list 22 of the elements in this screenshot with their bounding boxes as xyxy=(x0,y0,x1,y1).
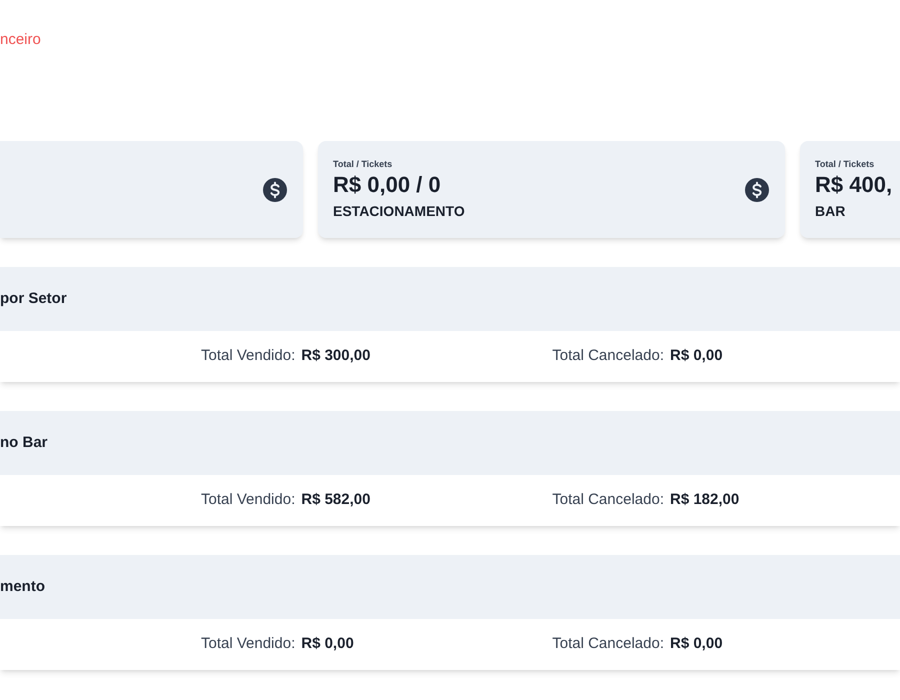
card-caption: Total / Tickets xyxy=(333,158,394,170)
sold-value: R$ 0,00 xyxy=(301,634,355,654)
section-title: por Setor xyxy=(0,288,67,309)
cancel-value: R$ 0,00 xyxy=(670,634,723,654)
card-label: BAR xyxy=(815,202,846,220)
cancel-label: Total Cancelado: xyxy=(552,490,664,510)
sold-value: R$ 300,00 xyxy=(301,346,372,366)
breadcrumb-link[interactable]: nceiro xyxy=(0,31,41,48)
card-value: R$ 400, xyxy=(815,171,892,198)
section-title: mento xyxy=(0,576,45,597)
cancel-label: Total Cancelado: xyxy=(552,634,664,654)
cancel-label: Total Cancelado: xyxy=(552,346,664,366)
section-title: no Bar xyxy=(0,432,48,453)
card-label: ESTACIONAMENTO xyxy=(333,202,465,220)
cancel-value: R$ 0,00 xyxy=(670,346,723,366)
sold-label: Total Vendido: xyxy=(201,490,296,510)
cancel-value: R$ 182,00 xyxy=(670,490,740,510)
card-value: R$ 0,00 / 0 xyxy=(333,171,442,198)
sold-label: Total Vendido: xyxy=(201,634,296,654)
card-caption: Total / Tickets xyxy=(815,158,876,170)
sold-value: R$ 582,00 xyxy=(301,490,372,510)
sold-label: Total Vendido: xyxy=(201,346,296,366)
